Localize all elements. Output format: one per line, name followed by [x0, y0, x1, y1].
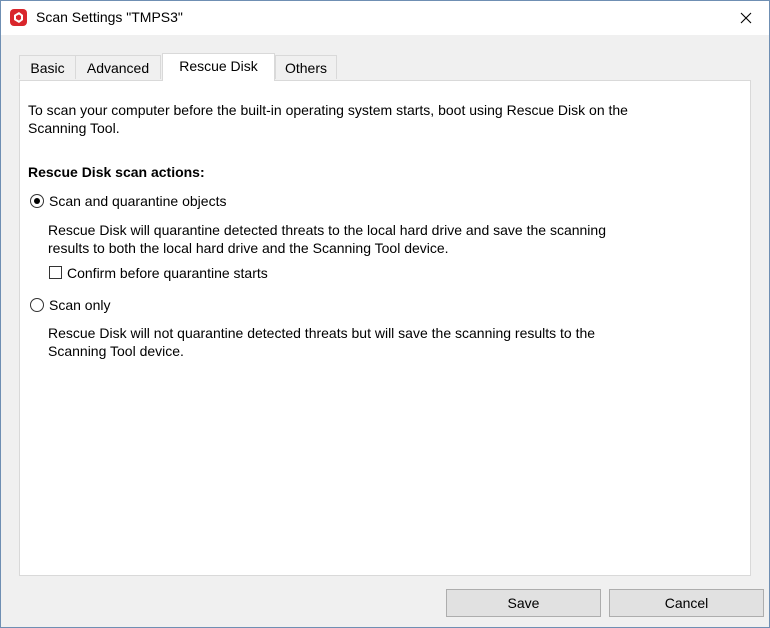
- scan-only-radio[interactable]: [30, 298, 44, 312]
- scan-quarantine-desc-line2: results to both the local hard drive and…: [48, 240, 449, 256]
- save-button[interactable]: Save: [446, 589, 601, 617]
- tab-advanced[interactable]: Advanced: [75, 55, 161, 79]
- confirm-quarantine-label[interactable]: Confirm before quarantine starts: [67, 264, 268, 282]
- scan-quarantine-label[interactable]: Scan and quarantine objects: [49, 192, 226, 210]
- scan-quarantine-desc-line1: Rescue Disk will quarantine detected thr…: [48, 222, 606, 238]
- tab-others[interactable]: Others: [275, 55, 337, 79]
- app-logo-icon: [10, 9, 27, 26]
- scan-quarantine-radio[interactable]: [30, 194, 44, 208]
- close-icon: [740, 12, 752, 24]
- rescue-disk-panel: To scan your computer before the built-i…: [19, 80, 751, 576]
- intro-text-line2: Scanning Tool.: [28, 120, 120, 136]
- scan-only-desc-line2: Scanning Tool device.: [48, 343, 184, 359]
- close-button[interactable]: [723, 1, 769, 35]
- title-bar: Scan Settings "TMPS3": [1, 1, 769, 35]
- section-heading: Rescue Disk scan actions:: [28, 164, 205, 180]
- scan-only-desc-line1: Rescue Disk will not quarantine detected…: [48, 325, 596, 341]
- radio-selected-dot: [34, 198, 40, 204]
- window-title: Scan Settings "TMPS3": [36, 9, 183, 25]
- confirm-quarantine-checkbox[interactable]: [49, 266, 62, 279]
- tab-rescue-disk[interactable]: Rescue Disk: [162, 53, 275, 81]
- scan-only-label[interactable]: Scan only: [49, 296, 110, 314]
- cancel-button[interactable]: Cancel: [609, 589, 764, 617]
- intro-text-line1: To scan your computer before the built-i…: [28, 102, 628, 118]
- tab-basic[interactable]: Basic: [19, 55, 76, 79]
